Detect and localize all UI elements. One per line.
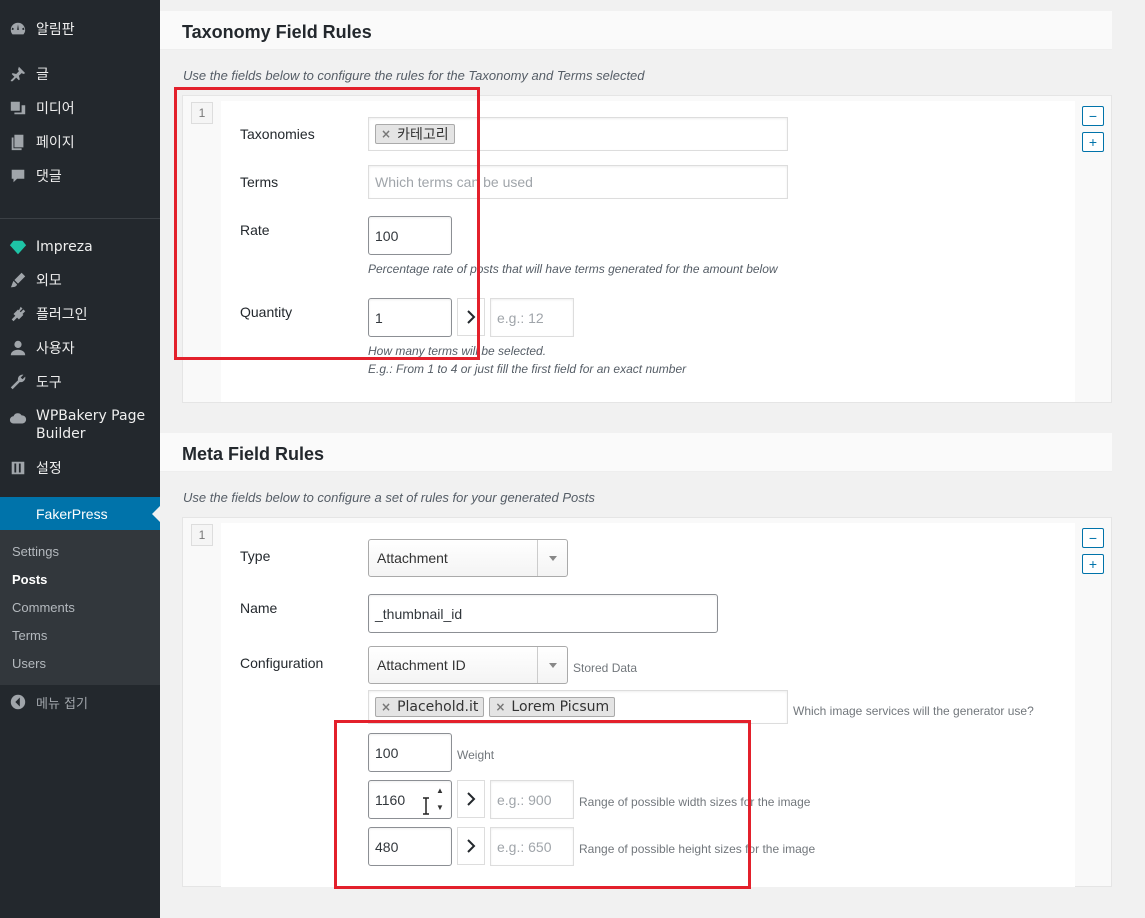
user-icon xyxy=(0,339,36,357)
menu-item-tools[interactable]: 도구 xyxy=(0,369,160,395)
highlight-box xyxy=(334,720,751,889)
dropdown-arrow-icon xyxy=(537,540,567,576)
meta-section-description: Use the fields below to configure a set … xyxy=(183,490,595,505)
wrench-icon xyxy=(0,373,36,391)
submenu-terms[interactable]: Terms xyxy=(12,628,47,643)
token-label: Placehold.it xyxy=(397,699,479,715)
dropdown-arrow-icon xyxy=(537,647,567,683)
type-select[interactable]: Attachment xyxy=(368,539,568,577)
cloud-icon xyxy=(0,410,36,428)
plugin-icon xyxy=(0,305,36,323)
menu-item-users[interactable]: 사용자 xyxy=(0,335,160,361)
brush-icon xyxy=(0,271,36,289)
menu-label: WPBakery Page Builder xyxy=(36,408,146,442)
pages-icon xyxy=(0,133,36,151)
menu-item-posts[interactable]: 글 xyxy=(0,61,160,87)
stored-data-note: Stored Data xyxy=(573,661,638,675)
menu-item-media[interactable]: 미디어 xyxy=(0,95,160,121)
menu-label: 설정 xyxy=(36,461,62,477)
meta-section-header: Meta Field Rules xyxy=(160,433,1112,472)
rule-number: 1 xyxy=(191,524,213,546)
collapse-menu-button[interactable]: 메뉴 접기 xyxy=(0,690,160,714)
menu-label: 댓글 xyxy=(36,169,62,185)
taxonomy-section-title: Taxonomy Field Rules xyxy=(182,22,372,42)
submenu-posts[interactable]: Posts xyxy=(12,572,47,587)
configuration-select-value: Attachment ID xyxy=(377,657,466,673)
configuration-label: Configuration xyxy=(240,655,324,671)
menu-item-impreza[interactable]: Impreza xyxy=(0,234,160,260)
menu-separator xyxy=(0,218,160,219)
remove-token-icon[interactable]: × xyxy=(495,700,505,714)
configuration-select[interactable]: Attachment ID xyxy=(368,646,568,684)
meta-section-title: Meta Field Rules xyxy=(182,444,325,464)
taxonomy-section-description: Use the fields below to configure the ru… xyxy=(183,68,645,83)
add-rule-button[interactable]: + xyxy=(1082,132,1104,152)
type-label: Type xyxy=(240,548,271,564)
menu-label: 사용자 xyxy=(36,341,75,357)
name-input[interactable]: _thumbnail_id xyxy=(368,594,718,633)
admin-sidebar: 알림판 글 미디어 페이지 댓글 Impreza 외모 플러그인 사용자 도구 … xyxy=(0,0,160,918)
menu-label: 글 xyxy=(36,67,49,83)
menu-label: 메뉴 접기 xyxy=(36,696,88,712)
remove-token-icon[interactable]: × xyxy=(381,700,391,714)
pin-icon xyxy=(0,65,36,83)
fakerpress-submenu: Settings Posts Comments Terms Users xyxy=(0,530,160,685)
menu-label: 외모 xyxy=(36,273,62,289)
remove-rule-button[interactable]: − xyxy=(1082,528,1104,548)
add-rule-button[interactable]: + xyxy=(1082,554,1104,574)
menu-item-wpbakery[interactable]: WPBakery Page Builder xyxy=(0,407,160,443)
service-token[interactable]: × Placehold.it xyxy=(375,697,485,717)
menu-label: 알림판 xyxy=(36,22,75,38)
menu-label: Impreza xyxy=(36,239,93,255)
collapse-arrow-icon xyxy=(0,693,36,711)
quantity-help-2: E.g.: From 1 to 4 or just fill the first… xyxy=(368,362,687,376)
submenu-settings[interactable]: Settings xyxy=(12,544,59,559)
service-token[interactable]: × Lorem Picsum xyxy=(489,697,616,717)
menu-item-appearance[interactable]: 외모 xyxy=(0,267,160,293)
menu-item-settings[interactable]: 설정 xyxy=(0,455,160,481)
menu-label: 미디어 xyxy=(36,101,75,117)
submenu-users[interactable]: Users xyxy=(12,656,46,671)
type-select-value: Attachment xyxy=(377,550,448,566)
menu-label: 도구 xyxy=(36,375,62,391)
menu-item-comments[interactable]: 댓글 xyxy=(0,163,160,189)
menu-label: 페이지 xyxy=(36,135,75,151)
dashboard-icon xyxy=(0,20,36,38)
token-label: Lorem Picsum xyxy=(511,699,610,715)
taxonomy-section-header: Taxonomy Field Rules xyxy=(160,11,1112,50)
settings-icon xyxy=(0,459,36,477)
image-services-select[interactable]: × Placehold.it × Lorem Picsum xyxy=(368,690,788,724)
menu-label: 플러그인 xyxy=(36,307,88,323)
comments-icon xyxy=(0,167,36,185)
remove-rule-button[interactable]: − xyxy=(1082,106,1104,126)
menu-item-plugins[interactable]: 플러그인 xyxy=(0,301,160,327)
highlight-box xyxy=(174,87,480,360)
submenu-comments[interactable]: Comments xyxy=(12,600,75,615)
media-icon xyxy=(0,99,36,117)
menu-item-fakerpress[interactable]: FakerPress xyxy=(0,497,160,530)
image-services-note: Which image services will the generator … xyxy=(793,704,1034,718)
menu-item-dashboard[interactable]: 알림판 xyxy=(0,16,160,42)
name-label: Name xyxy=(240,600,278,616)
menu-item-pages[interactable]: 페이지 xyxy=(0,129,160,155)
diamond-icon xyxy=(0,238,36,256)
quantity-max-input[interactable]: e.g.: 12 xyxy=(490,298,574,337)
